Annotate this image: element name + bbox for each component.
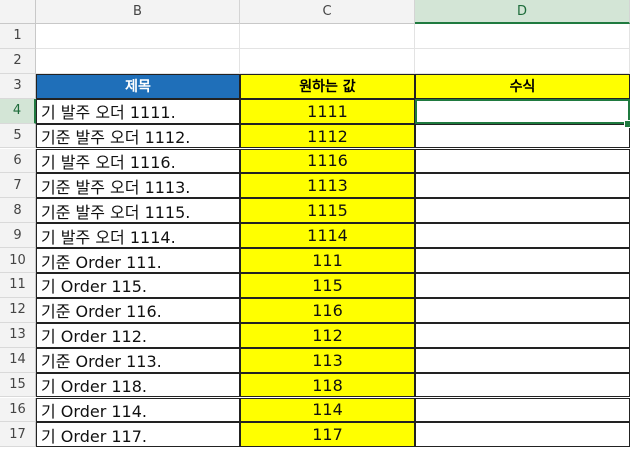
cell-d14[interactable] [415,347,630,373]
cell-d5[interactable] [415,123,630,149]
cell-b8[interactable]: 기준 발주 오더 1115. [36,198,240,224]
cell-b5[interactable]: 기준 발주 오더 1112. [36,123,240,149]
cell-d7[interactable] [415,173,630,199]
cell-d16[interactable] [415,397,630,423]
cell-c1[interactable] [240,24,415,49]
cell-d17[interactable] [415,422,630,448]
column-header-b[interactable]: B [36,0,240,24]
cell-c13[interactable]: 112 [240,322,415,348]
row-header-3[interactable]: 3 [0,73,36,99]
cell-c10[interactable]: 111 [240,248,415,273]
select-all-corner[interactable] [0,0,36,24]
cell-c14[interactable]: 113 [240,347,415,373]
cell-b2[interactable] [36,48,240,74]
cell-d11[interactable] [415,273,630,298]
header-title-cell[interactable]: 제목 [36,73,240,99]
cell-b6[interactable]: 기 발주 오더 1116. [36,148,240,174]
cell-c6[interactable]: 1116 [240,148,415,174]
cell-d12[interactable] [415,297,630,323]
cell-b7[interactable]: 기준 발주 오더 1113. [36,173,240,199]
cell-c12[interactable]: 116 [240,297,415,323]
column-header-c[interactable]: C [240,0,415,24]
cell-c16[interactable]: 114 [240,397,415,423]
row-header-10[interactable]: 10 [0,248,36,273]
cell-d10[interactable] [415,248,630,273]
cell-c9[interactable]: 1114 [240,223,415,249]
cell-c11[interactable]: 115 [240,273,415,298]
cell-d6[interactable] [415,148,630,174]
row-header-12[interactable]: 12 [0,297,36,323]
cell-b15[interactable]: 기 Order 118. [36,372,240,398]
cell-b13[interactable]: 기 Order 112. [36,322,240,348]
cell-c17[interactable]: 117 [240,422,415,448]
cell-d15[interactable] [415,372,630,398]
cell-b9[interactable]: 기 발주 오더 1114. [36,223,240,249]
row-header-6[interactable]: 6 [0,148,36,174]
cell-b14[interactable]: 기준 Order 113. [36,347,240,373]
cell-b4[interactable]: 기 발주 오더 1111. [36,98,240,124]
row-header-16[interactable]: 16 [0,397,36,423]
cell-d2[interactable] [415,48,630,74]
cell-b1[interactable] [36,24,240,49]
row-header-13[interactable]: 13 [0,322,36,348]
cell-b12[interactable]: 기준 Order 116. [36,297,240,323]
row-header-11[interactable]: 11 [0,273,36,298]
row-header-1[interactable]: 1 [0,24,36,49]
header-desired-cell[interactable]: 원하는 값 [240,73,415,99]
cell-d13[interactable] [415,322,630,348]
cell-d8[interactable] [415,198,630,224]
cell-c7[interactable]: 1113 [240,173,415,199]
row-header-5[interactable]: 5 [0,123,36,149]
fill-handle[interactable] [624,119,630,128]
cell-b17[interactable]: 기 Order 117. [36,422,240,448]
row-header-17[interactable]: 17 [0,422,36,448]
row-header-9[interactable]: 9 [0,223,36,249]
cell-b10[interactable]: 기준 Order 111. [36,248,240,273]
row-header-14[interactable]: 14 [0,347,36,373]
row-header-15[interactable]: 15 [0,372,36,398]
row-header-4[interactable]: 4 [0,98,36,124]
cell-c5[interactable]: 1112 [240,123,415,149]
column-header-d[interactable]: D [415,0,630,24]
cell-c8[interactable]: 1115 [240,198,415,224]
cell-c2[interactable] [240,48,415,74]
cell-c4[interactable]: 1111 [240,98,415,124]
row-header-7[interactable]: 7 [0,173,36,199]
row-header-8[interactable]: 8 [0,198,36,224]
cell-d1[interactable] [415,24,630,49]
spreadsheet-grid[interactable]: B C D 1 2 3 제목 원하는 값 수식 4 기 발주 오더 1111. 1111 5 기준 발주 … [0,0,630,453]
cell-b11[interactable]: 기 Order 115. [36,273,240,298]
header-formula-cell[interactable]: 수식 [415,73,630,99]
active-cell-d4[interactable] [415,98,630,124]
cell-b16[interactable]: 기 Order 114. [36,397,240,423]
row-header-2[interactable]: 2 [0,48,36,74]
cell-c15[interactable]: 118 [240,372,415,398]
cell-d9[interactable] [415,223,630,249]
